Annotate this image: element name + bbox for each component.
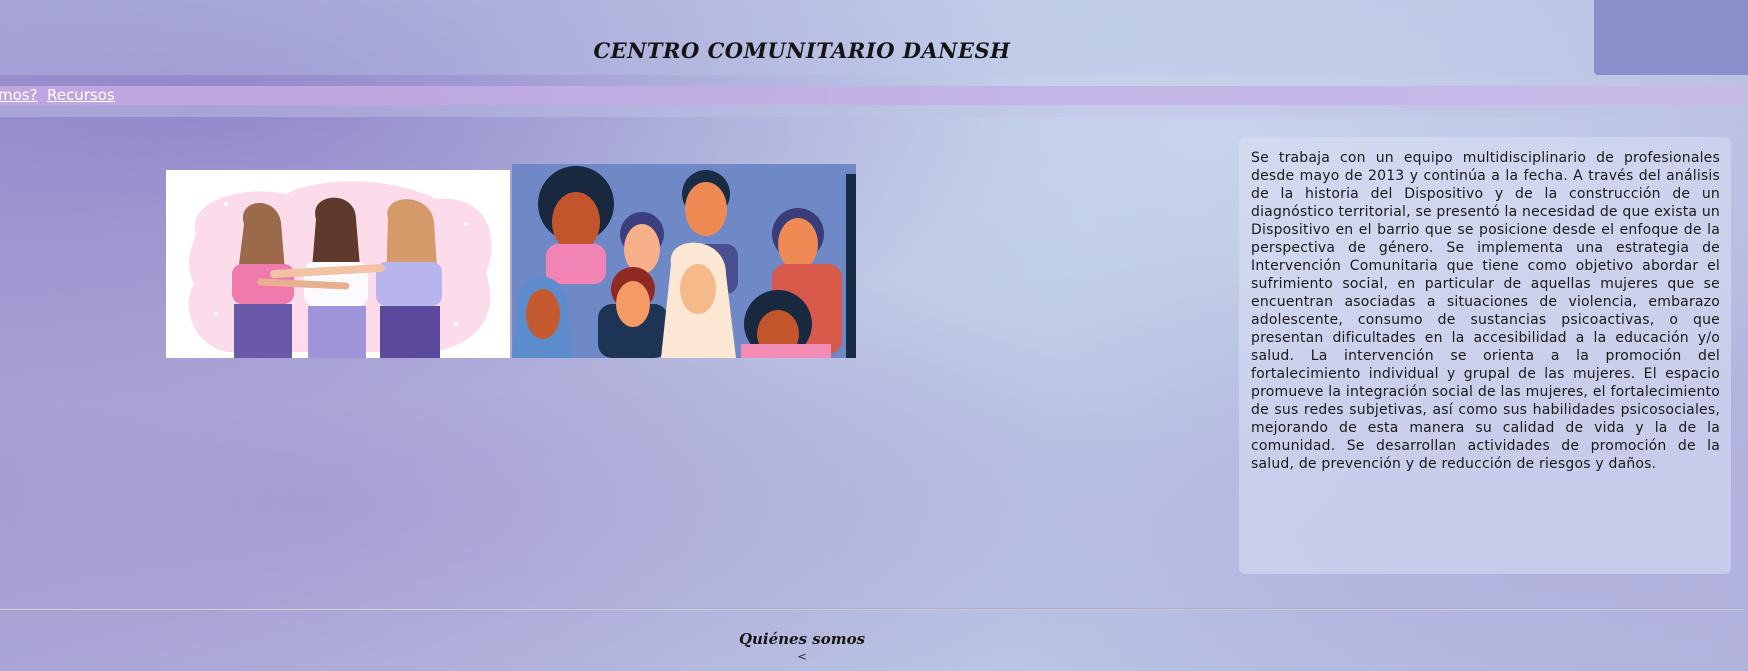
footer-divider xyxy=(0,608,1745,610)
nav-link-recursos[interactable]: Recursos xyxy=(47,86,115,105)
diverse-women-faces-illustration xyxy=(512,164,856,358)
footer-title: Quiénes somos xyxy=(738,630,866,648)
header-corner-block xyxy=(1594,0,1748,75)
nav-bar xyxy=(0,86,1745,105)
nav-bar-shadow xyxy=(0,105,1745,117)
site-title: CENTRO COMUNITARIO DANESH xyxy=(593,38,1011,63)
chevron-left-icon[interactable]: < xyxy=(795,650,809,663)
nav-link-quienes-somos[interactable]: mos? xyxy=(0,86,38,105)
hero-image xyxy=(166,164,856,358)
description-panel: Se trabaja con un equipo multidisciplina… xyxy=(1239,137,1731,574)
description-text: Se trabaja con un equipo multidisciplina… xyxy=(1251,150,1720,472)
women-embracing-illustration xyxy=(166,170,510,358)
